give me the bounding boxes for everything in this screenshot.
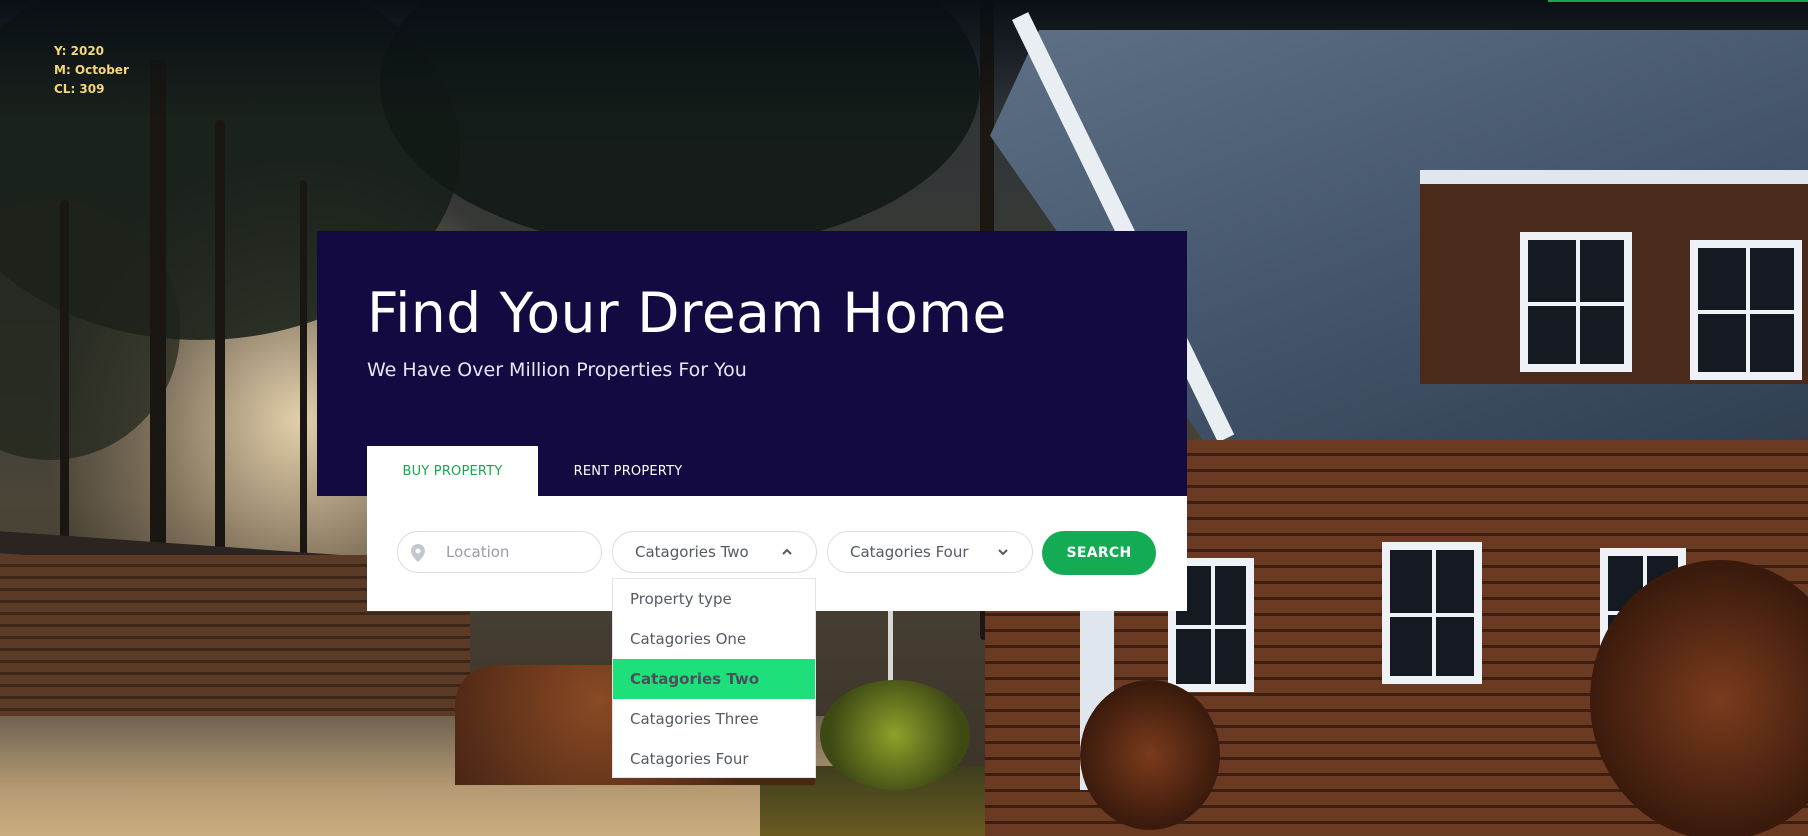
map-pin-icon — [411, 544, 425, 562]
property-tabs: BUY PROPERTY RENT PROPERTY — [367, 446, 718, 496]
location-field[interactable] — [397, 531, 602, 573]
overlay-month: M: October — [54, 63, 129, 77]
category-select-one-value: Catagories Two — [635, 543, 749, 561]
hero-banner: Find Your Dream Home We Have Over Millio… — [317, 231, 1187, 496]
dropdown-option-property-type[interactable]: Property type — [613, 579, 815, 619]
search-button[interactable]: SEARCH — [1042, 531, 1156, 575]
hero-title: Find Your Dream Home — [367, 281, 1007, 345]
category-select-two[interactable]: Catagories Four — [827, 531, 1033, 573]
chevron-down-icon — [998, 549, 1008, 556]
overlay-year: Y: 2020 — [54, 44, 105, 58]
category-select-one[interactable]: Catagories Two — [612, 531, 817, 573]
dropdown-option-catagories-three[interactable]: Catagories Three — [613, 699, 815, 739]
dropdown-option-catagories-one[interactable]: Catagories One — [613, 619, 815, 659]
dropdown-option-catagories-two[interactable]: Catagories Two — [613, 659, 815, 699]
tab-buy-property[interactable]: BUY PROPERTY — [367, 446, 538, 496]
overlay-cl: CL: 309 — [54, 82, 105, 96]
chevron-up-icon — [782, 548, 792, 555]
dropdown-option-catagories-four[interactable]: Catagories Four — [613, 739, 815, 779]
overlay-info: Y: 2020 M: October CL: 309 — [54, 42, 129, 99]
location-input[interactable] — [444, 542, 588, 562]
hero-subtitle: We Have Over Million Properties For You — [367, 359, 747, 381]
category-select-two-value: Catagories Four — [850, 543, 969, 561]
category-dropdown-menu: Property type Catagories One Catagories … — [612, 578, 816, 778]
tab-rent-property[interactable]: RENT PROPERTY — [538, 446, 718, 496]
